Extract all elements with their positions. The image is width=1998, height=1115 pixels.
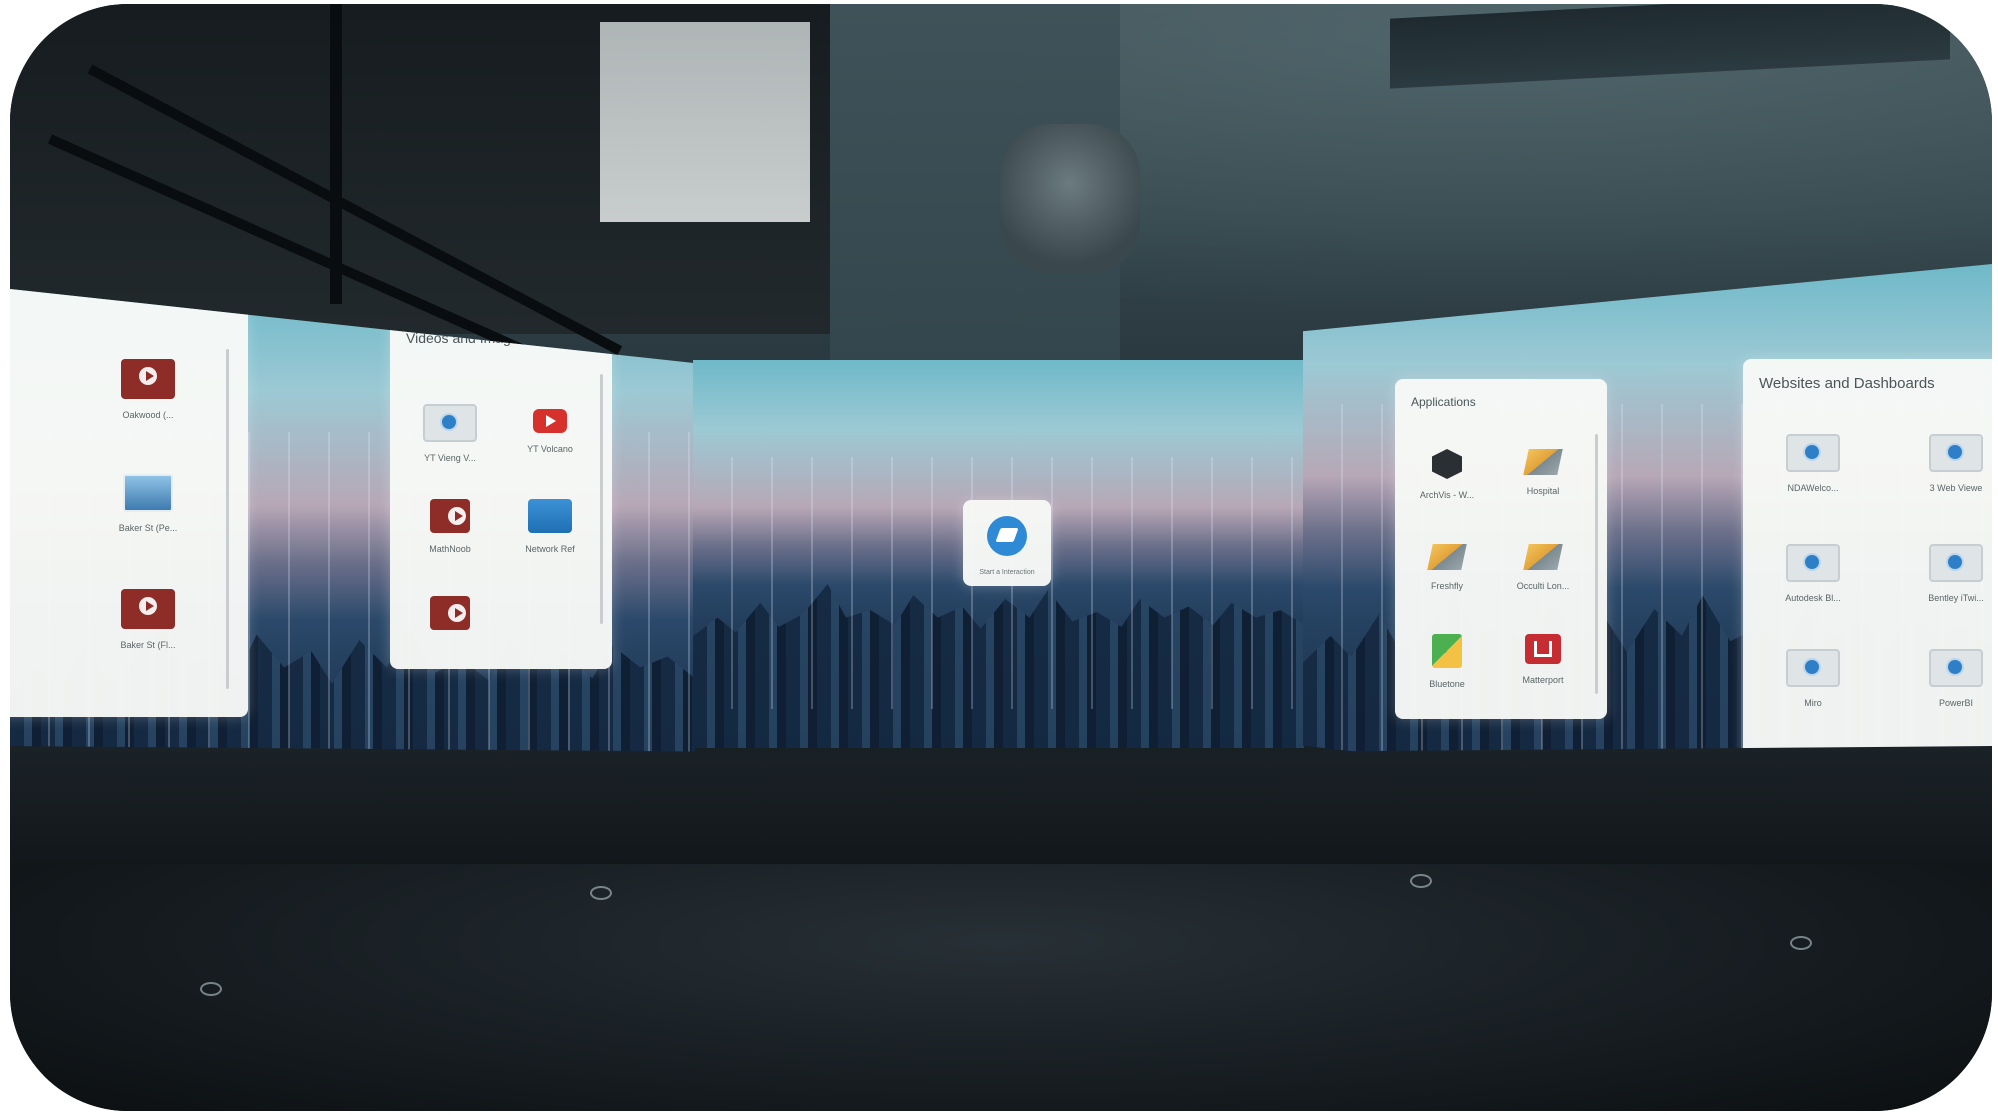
- tile-label: Hospital: [1526, 486, 1560, 496]
- media-tile[interactable]: Baker St (Fl...: [100, 589, 196, 650]
- app-tile[interactable]: Freshfly: [1399, 544, 1495, 591]
- center-projection-screen: Start a Interaction: [693, 360, 1305, 748]
- app-tile[interactable]: Occulti Lon...: [1495, 544, 1591, 591]
- mezzanine-level: [10, 4, 830, 372]
- web-icon: [1786, 434, 1840, 472]
- matterport-icon: [1525, 634, 1561, 664]
- websites-and-dashboards-panel: Websites and Dashboards NDAWelco... 3 We…: [1743, 359, 1992, 759]
- tile-label: ArchVis - W...: [1419, 490, 1475, 500]
- tile-label: Autodesk Bl...: [1785, 593, 1841, 603]
- tile-label: 3 Web Viewe: [1929, 483, 1983, 493]
- web-icon: [1929, 434, 1983, 472]
- floor-light: [200, 982, 222, 996]
- tile-label: NDAWelco...: [1787, 483, 1839, 493]
- partial-media-panel: Oakwood (... Baker St (Pe... Baker St (F…: [10, 289, 248, 717]
- photo-icon: [123, 474, 173, 512]
- tile-label: Matterport: [1522, 675, 1564, 685]
- website-tile[interactable]: NDAWelco...: [1765, 434, 1861, 493]
- app-tile[interactable]: Hospital: [1495, 449, 1591, 496]
- youtube-icon: [533, 409, 567, 433]
- media-tile[interactable]: Baker St (Pe...: [100, 474, 196, 533]
- media-tile[interactable]: Network Ref: [502, 499, 598, 554]
- website-tile[interactable]: PowerBI: [1908, 649, 1992, 708]
- tile-label: Miro: [1804, 698, 1822, 708]
- website-tile[interactable]: Autodesk Bl...: [1765, 544, 1861, 603]
- ceiling-projector: [1000, 124, 1140, 274]
- launcher-card[interactable]: Start a Interaction: [963, 500, 1051, 586]
- video-icon: [121, 589, 175, 629]
- panel-title: Websites and Dashboards: [1759, 375, 1935, 392]
- web-icon: [1929, 544, 1983, 582]
- folder-icon: [528, 499, 572, 533]
- videos-and-images-panel: Videos and Images YT Vieng V... YT Volca…: [390, 314, 612, 669]
- web-icon: [423, 404, 477, 442]
- scrollbar[interactable]: [1595, 434, 1598, 694]
- tile-label: Baker St (Fl...: [120, 640, 176, 650]
- app-tile[interactable]: Bluetone: [1399, 634, 1495, 689]
- tile-label: Freshfly: [1430, 581, 1463, 591]
- scrollbar[interactable]: [226, 349, 229, 689]
- tile-label: Bentley iTwi...: [1928, 593, 1984, 603]
- app-tile[interactable]: Matterport: [1495, 634, 1591, 685]
- video-icon: [121, 359, 175, 399]
- tile-label: YT Volcano: [527, 444, 573, 454]
- tile-label: MathNoob: [429, 544, 471, 554]
- tile-label: YT Vieng V...: [424, 453, 476, 463]
- app-icon: [1427, 544, 1467, 570]
- website-tile[interactable]: 3 Web Viewe: [1908, 434, 1992, 493]
- video-icon: [430, 596, 470, 630]
- room-floor: [10, 864, 1992, 1111]
- media-tile[interactable]: [402, 596, 498, 641]
- map-icon: [1432, 634, 1462, 668]
- web-icon: [1786, 544, 1840, 582]
- tile-label: PowerBI: [1938, 698, 1973, 708]
- tile-label: Network Ref: [525, 544, 575, 554]
- scrollbar[interactable]: [600, 374, 603, 624]
- mezzanine-window: [600, 22, 810, 222]
- right-projection-screen: Applications ArchVis - W... Hospital Fre…: [1303, 264, 1992, 824]
- app-icon: [1523, 544, 1563, 570]
- layers-icon: [987, 516, 1027, 556]
- web-icon: [1929, 649, 1983, 687]
- media-tile[interactable]: Oakwood (...: [100, 359, 196, 420]
- tile-label: Bluetone: [1429, 679, 1465, 689]
- media-tile[interactable]: YT Vieng V...: [402, 404, 498, 463]
- tile-label: Occulti Lon...: [1516, 581, 1570, 591]
- launcher-label: Start a Interaction: [979, 569, 1035, 576]
- stair-support: [330, 4, 342, 304]
- unity-icon: [1432, 449, 1462, 479]
- website-tile[interactable]: Miro: [1765, 649, 1861, 708]
- app-icon: [1523, 449, 1563, 475]
- video-icon: [430, 499, 470, 533]
- floor-light: [1410, 874, 1432, 888]
- immersive-room-photo: Oakwood (... Baker St (Pe... Baker St (F…: [10, 4, 1992, 1111]
- tile-label: Oakwood (...: [122, 410, 174, 420]
- media-tile[interactable]: YT Volcano: [502, 409, 598, 454]
- panel-title: Applications: [1411, 395, 1476, 409]
- tile-label: Baker St (Pe...: [118, 523, 178, 533]
- floor-light: [590, 886, 612, 900]
- app-tile[interactable]: ArchVis - W...: [1399, 449, 1495, 500]
- media-tile[interactable]: MathNoob: [402, 499, 498, 554]
- web-icon: [1786, 649, 1840, 687]
- website-tile[interactable]: Bentley iTwi...: [1908, 544, 1992, 603]
- floor-light: [1790, 936, 1812, 950]
- applications-panel: Applications ArchVis - W... Hospital Fre…: [1395, 379, 1607, 719]
